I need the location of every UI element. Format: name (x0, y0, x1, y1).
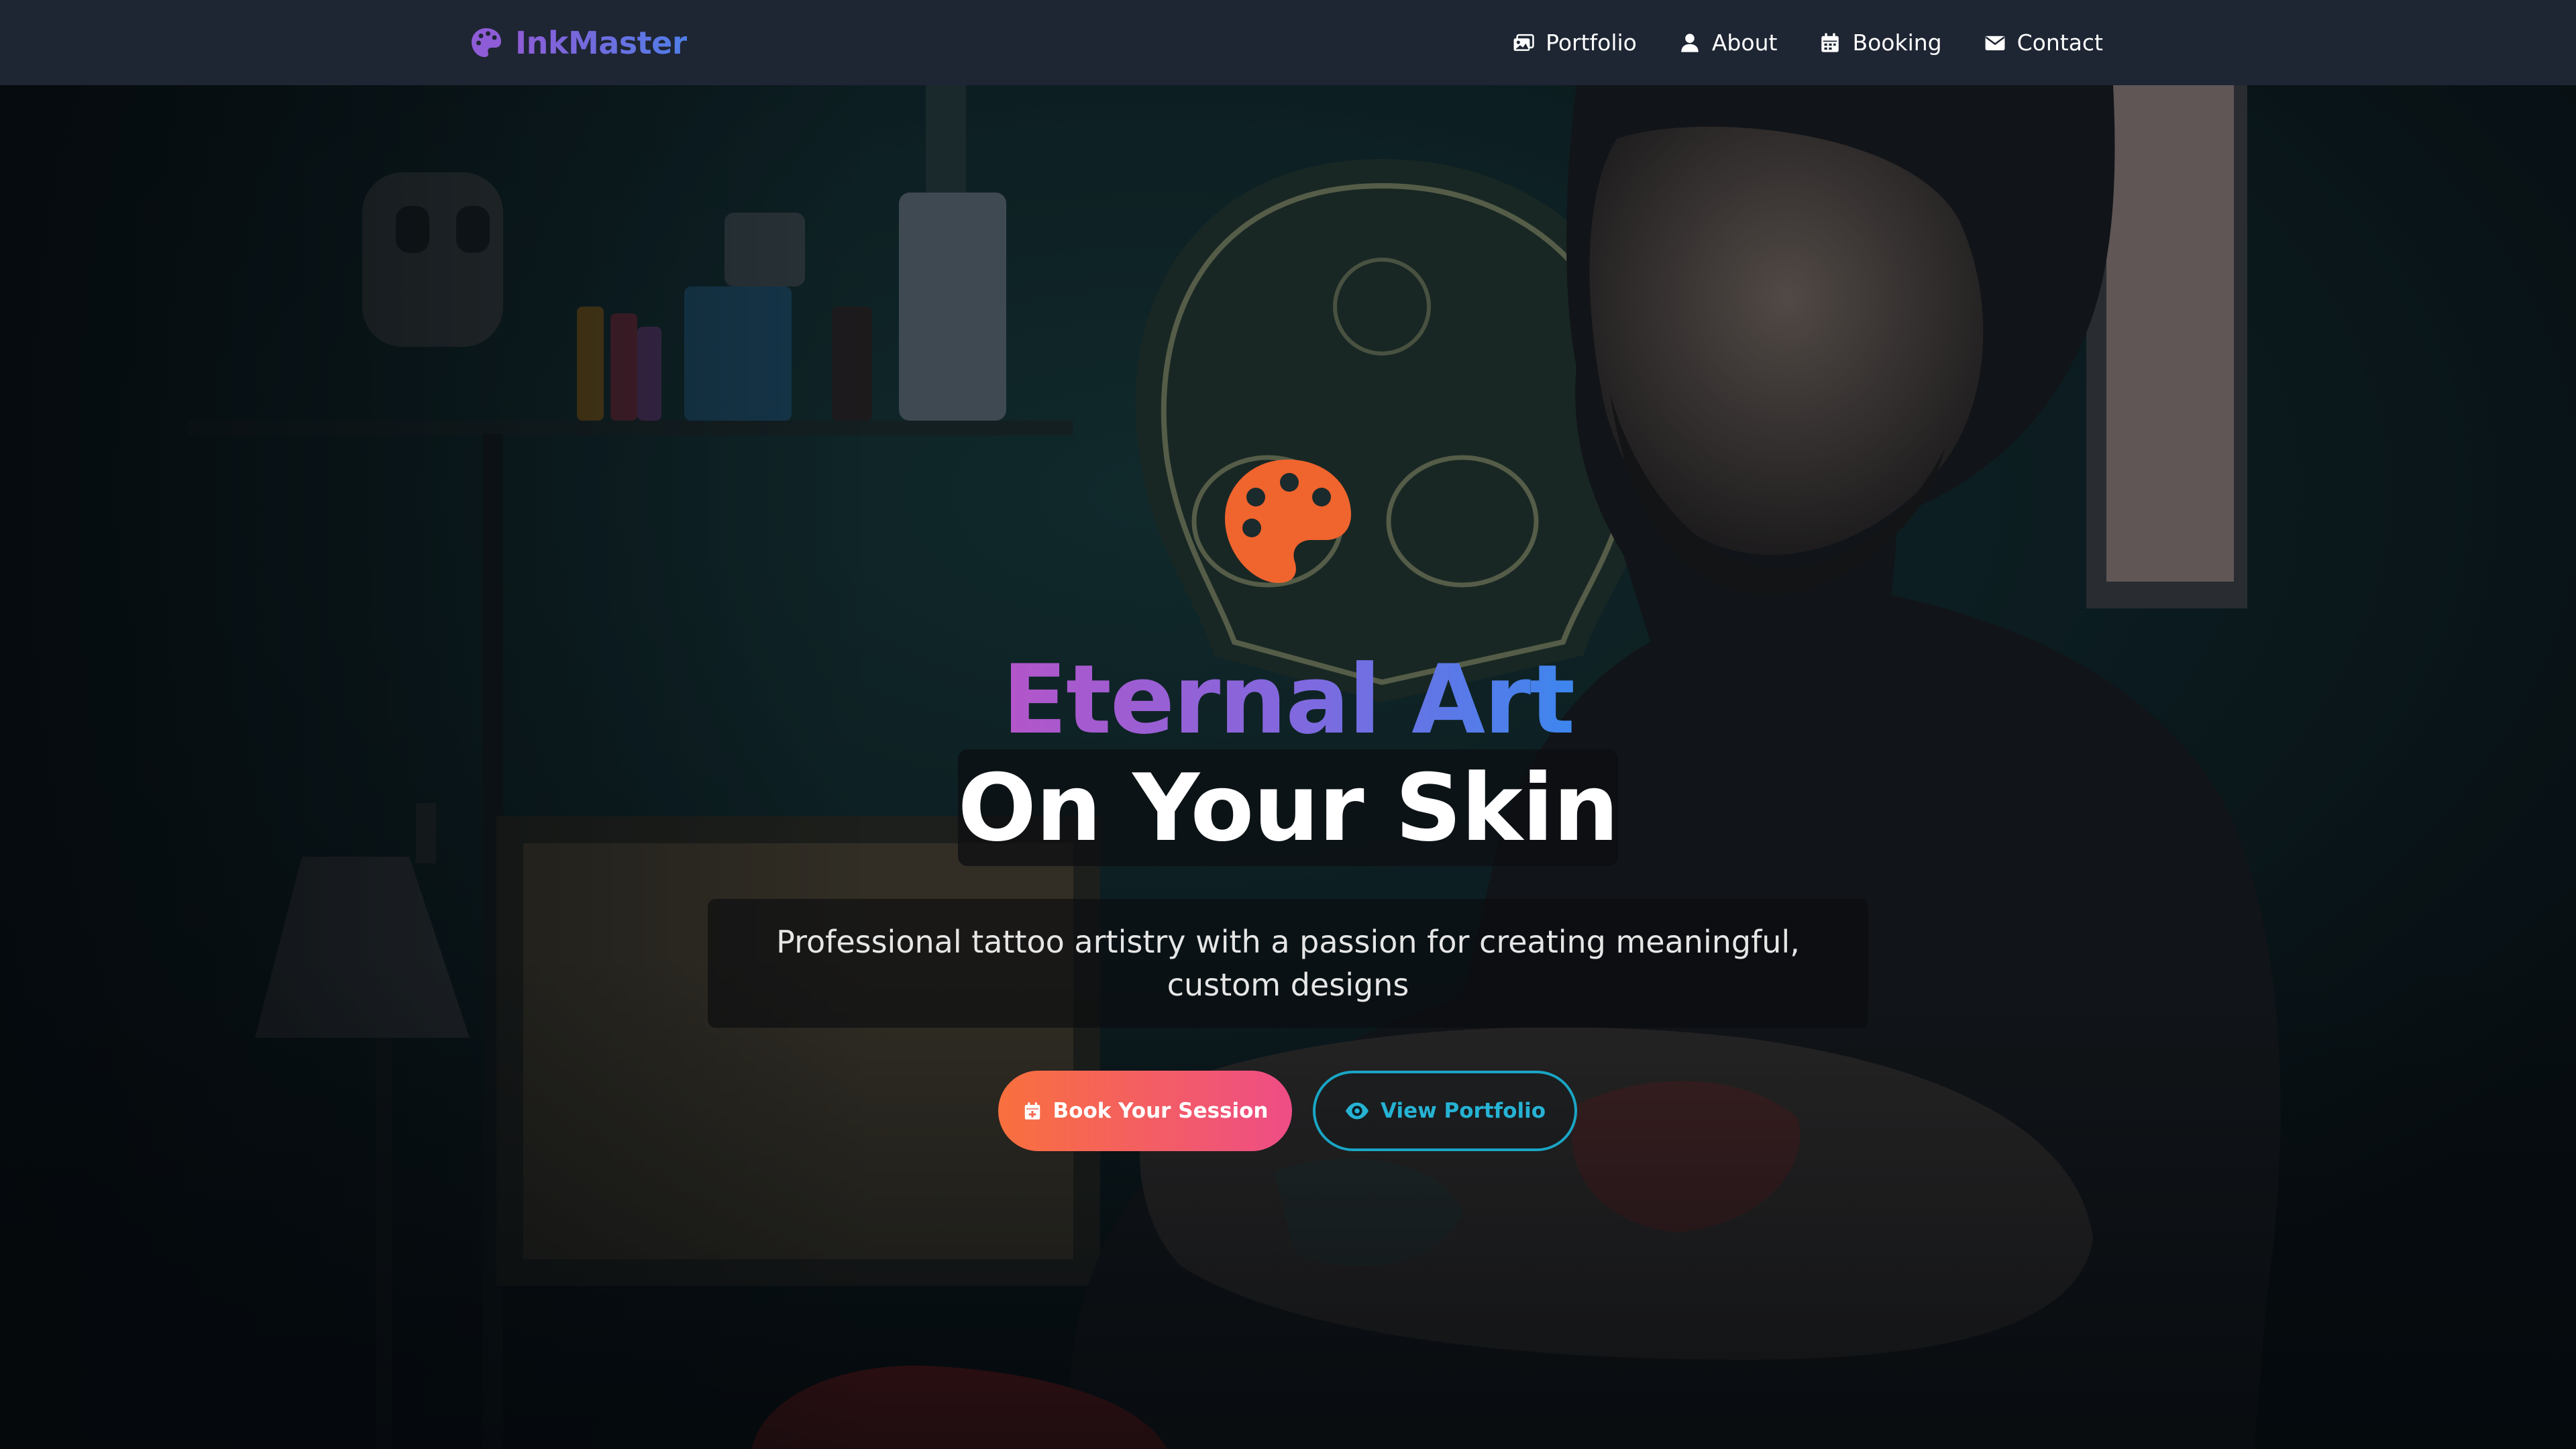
nav-item-about[interactable]: About (1678, 30, 1778, 56)
images-icon (1513, 34, 1534, 51)
hero-title-line-2: On Your Skin (957, 753, 1619, 862)
brand-name: InkMaster (515, 25, 688, 61)
hero-title-gradient: Eternal Art (1002, 645, 1575, 755)
nav-item-contact[interactable]: Contact (1984, 30, 2103, 56)
view-portfolio-label: View Portfolio (1381, 1099, 1546, 1123)
hero-subtitle: Professional tattoo artistry with a pass… (776, 924, 1800, 1003)
nav-label-contact: Contact (2017, 30, 2103, 56)
hero-title-line-1: Eternal Art (0, 643, 2576, 757)
nav-label-about: About (1711, 30, 1778, 56)
user-icon (1681, 33, 1699, 52)
calendar-plus-icon (1024, 1102, 1040, 1120)
hero-subtitle-box: Professional tattoo artistry with a pass… (708, 899, 1868, 1028)
nav-label-booking: Booking (1852, 30, 1942, 56)
book-session-button[interactable]: Book Your Session (998, 1071, 1292, 1151)
palette-icon (1225, 460, 1351, 583)
calendar-icon (1821, 33, 1839, 52)
nav-links: Portfolio About Booking Contact (1470, 0, 2103, 85)
navbar: InkMaster Portfolio About Booking Contac… (0, 0, 2576, 85)
eye-icon (1345, 1102, 1369, 1120)
envelope-icon (1985, 36, 2005, 50)
view-portfolio-button[interactable]: View Portfolio (1313, 1071, 1577, 1151)
palette-icon (472, 28, 501, 57)
nav-item-portfolio[interactable]: Portfolio (1512, 30, 1637, 56)
nav-label-portfolio: Portfolio (1546, 30, 1637, 56)
book-session-label: Book Your Session (1053, 1099, 1269, 1123)
nav-item-booking[interactable]: Booking (1819, 30, 1942, 56)
hero-title-line-2-box: On Your Skin (957, 749, 1619, 866)
brand-logo[interactable]: InkMaster (470, 23, 688, 63)
hero-section: Eternal Art On Your Skin Professional ta… (0, 85, 2576, 1449)
